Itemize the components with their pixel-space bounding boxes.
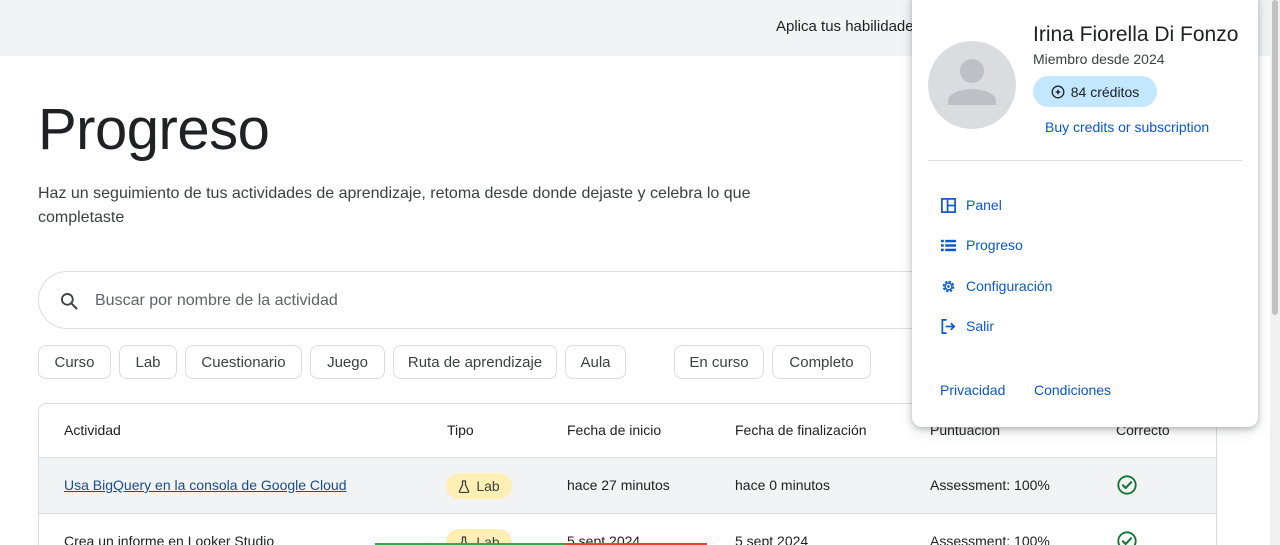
scrollbar-thumb[interactable] — [1272, 0, 1278, 315]
menu-item-label: Progreso — [966, 237, 1023, 253]
logout-icon — [941, 318, 956, 334]
column-header-end[interactable]: Fecha de finalización — [735, 422, 867, 438]
list-icon — [940, 239, 957, 251]
column-header-activity[interactable]: Actividad — [64, 422, 121, 438]
column-header-start[interactable]: Fecha de inicio — [567, 422, 661, 438]
filter-chip-curso[interactable]: Curso — [38, 345, 111, 379]
filter-chip-aula[interactable]: Aula — [565, 345, 626, 379]
menu-item-progreso[interactable]: Progreso — [940, 233, 1023, 257]
menu-item-label: Configuración — [966, 278, 1053, 294]
filter-chip-lab[interactable]: Lab — [119, 345, 177, 379]
score: Assessment: 100% — [930, 477, 1050, 493]
filter-chip-cuestionario[interactable]: Cuestionario — [185, 345, 302, 379]
person-icon — [948, 59, 996, 105]
menu-item-configuracion[interactable]: Configuración — [940, 274, 1052, 298]
check-circle-icon — [1117, 475, 1137, 495]
search-input[interactable] — [95, 286, 895, 316]
privacy-link[interactable]: Privacidad — [940, 382, 1005, 398]
menu-item-panel[interactable]: Panel — [940, 193, 1002, 217]
end-date: 5 sept 2024 — [735, 533, 809, 545]
table-row: Crea un informe en Looker Studio Lab 5 s… — [39, 513, 1216, 545]
type-badge-label: Lab — [476, 478, 500, 494]
start-date: hace 27 minutos — [567, 477, 670, 493]
account-menu-panel: Irina Fiorella Di Fonzo Miembro desde 20… — [912, 0, 1258, 427]
credits-chip[interactable]: 84 créditos — [1033, 76, 1157, 107]
buy-credits-link[interactable]: Buy credits or subscription — [1045, 119, 1209, 135]
filter-chip-juego[interactable]: Juego — [310, 345, 385, 379]
flask-icon — [459, 479, 470, 493]
credits-label: 84 créditos — [1070, 83, 1140, 100]
column-header-type[interactable]: Tipo — [447, 422, 474, 438]
filter-chip-ruta[interactable]: Ruta de aprendizaje — [393, 345, 557, 379]
activity-link[interactable]: Usa BigQuery en la consola de Google Clo… — [64, 477, 347, 493]
check-circle-icon — [1117, 531, 1137, 545]
menu-item-label: Panel — [966, 197, 1002, 213]
user-name: Irina Fiorella Di Fonzo — [1033, 23, 1239, 46]
activity-name[interactable]: Crea un informe en Looker Studio — [64, 533, 274, 545]
score: Assessment: 100% — [930, 533, 1050, 545]
member-since: Miembro desde 2024 — [1033, 51, 1165, 67]
page-description: Haz un seguimiento de tus actividades de… — [38, 185, 751, 226]
end-date: hace 0 minutos — [735, 477, 830, 493]
search-bar[interactable] — [38, 271, 938, 329]
page-title: Progreso — [38, 97, 270, 162]
menu-item-label: Salir — [966, 318, 995, 334]
menu-item-salir[interactable]: Salir — [940, 314, 994, 338]
panel-divider — [928, 160, 1242, 161]
credits-icon — [1051, 85, 1065, 98]
avatar — [928, 41, 1016, 129]
type-badge: Lab — [446, 473, 512, 499]
table-row: Usa BigQuery en la consola de Google Clo… — [39, 457, 1216, 513]
terms-link[interactable]: Condiciones — [1034, 382, 1111, 398]
dashboard-icon — [941, 197, 956, 213]
gear-icon — [942, 280, 955, 292]
filter-chip-completo[interactable]: Completo — [772, 345, 871, 379]
filter-chip-en-curso[interactable]: En curso — [674, 345, 764, 379]
search-icon — [60, 293, 78, 310]
